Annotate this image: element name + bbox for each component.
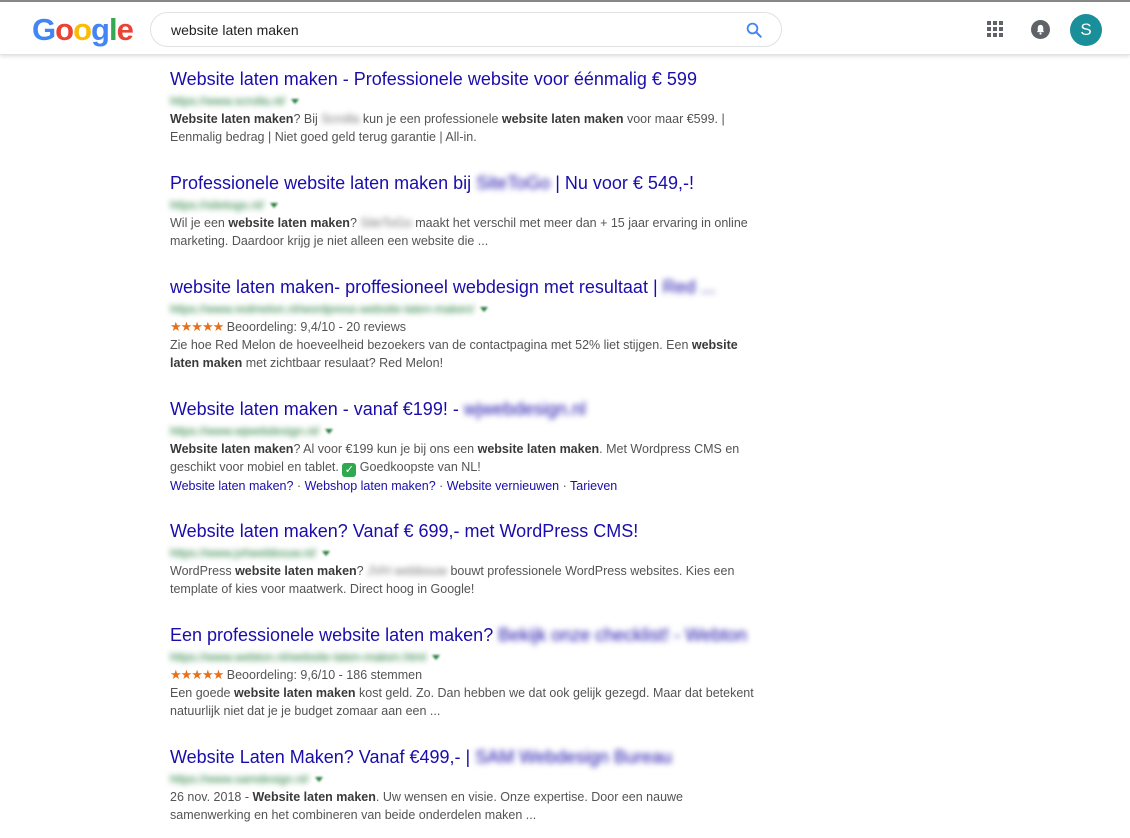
search-icon[interactable] — [745, 21, 763, 39]
result-title-link[interactable]: website laten maken- proffesioneel webde… — [170, 274, 770, 300]
account-avatar[interactable]: S — [1070, 14, 1102, 46]
check-mark-icon: ✓ — [342, 463, 357, 477]
search-box[interactable] — [150, 12, 782, 47]
result-url-text[interactable]: https://sitetogo.nl/ — [170, 196, 264, 214]
result-title-link[interactable]: Website laten maken - vanaf €199! - wjwe… — [170, 396, 770, 422]
url-dropdown-icon[interactable] — [480, 307, 489, 313]
sitelink[interactable]: Tarieven — [570, 479, 617, 493]
result-title-link[interactable]: Website laten maken - Professionele webs… — [170, 66, 770, 92]
star-rating-icon: ★★★★★ — [170, 319, 224, 334]
sitelinks: Website laten maken? · Webshop laten mak… — [170, 479, 618, 493]
sitelink[interactable]: Webshop laten maken? — [305, 479, 436, 493]
result-snippet: Wil je een website laten maken? SiteToGo… — [170, 216, 748, 248]
review-rating: ★★★★★ Beoordeling: 9,6/10 - 186 stemmen — [170, 667, 423, 682]
url-dropdown-icon[interactable] — [314, 777, 323, 783]
result-snippet: 26 nov. 2018 - Website laten maken. Uw w… — [170, 790, 684, 822]
result-url: https://www.redmelon.nl/wordpress-websit… — [170, 300, 770, 318]
search-result: website laten maken- proffesioneel webde… — [170, 274, 770, 372]
result-title-link[interactable]: Website Laten Maken? Vanaf €499,- | SAM … — [170, 744, 770, 770]
result-url: https://www.scrolla.nl/ — [170, 92, 770, 110]
google-logo[interactable]: Google — [32, 13, 134, 47]
search-result: Website laten maken - vanaf €199! - wjwe… — [170, 396, 770, 495]
result-url: https://www.webton.nl/website-laten-make… — [170, 648, 770, 666]
result-url: https://www.wjwebdesign.nl/ — [170, 422, 770, 440]
notifications-bell-icon[interactable] — [1031, 20, 1050, 39]
result-snippet: Website laten maken? Al voor €199 kun je… — [170, 442, 740, 477]
url-dropdown-icon[interactable] — [291, 99, 300, 105]
result-snippet: Zie hoe Red Melon de hoeveelheid bezoeke… — [170, 338, 738, 370]
search-result: Een professionele website laten maken? B… — [170, 622, 770, 720]
result-snippet: Website laten maken? Bij Scrolla kun je … — [170, 112, 725, 144]
search-header: Google S — [0, 2, 1130, 55]
search-result: Website laten maken? Vanaf € 699,- met W… — [170, 518, 770, 598]
star-rating-icon: ★★★★★ — [170, 667, 224, 682]
result-url-text[interactable]: https://www.wjwebdesign.nl/ — [170, 422, 319, 440]
url-dropdown-icon[interactable] — [325, 429, 334, 435]
result-url-text[interactable]: https://www.redmelon.nl/wordpress-websit… — [170, 300, 474, 318]
result-url: https://www.jvhwebbouw.nl/ — [170, 544, 770, 562]
sitelink[interactable]: Website vernieuwen — [447, 479, 559, 493]
search-input[interactable] — [171, 13, 731, 46]
result-snippet: WordPress website laten maken? JVH webbo… — [170, 564, 735, 596]
result-url: https://www.samdesign.nl/ — [170, 770, 770, 788]
result-title-link[interactable]: Een professionele website laten maken? B… — [170, 622, 770, 648]
result-url: https://sitetogo.nl/ — [170, 196, 770, 214]
result-url-text[interactable]: https://www.samdesign.nl/ — [170, 770, 309, 788]
search-result: Website Laten Maken? Vanaf €499,- | SAM … — [170, 744, 770, 824]
result-url-text[interactable]: https://www.jvhwebbouw.nl/ — [170, 544, 316, 562]
review-rating: ★★★★★ Beoordeling: 9,4/10 - 20 reviews — [170, 319, 407, 334]
url-dropdown-icon[interactable] — [322, 551, 331, 557]
search-result: Website laten maken - Professionele webs… — [170, 66, 770, 146]
apps-grid-icon[interactable] — [987, 21, 1004, 38]
result-url-text[interactable]: https://www.scrolla.nl/ — [170, 92, 285, 110]
search-result: Professionele website laten maken bij Si… — [170, 170, 770, 250]
url-dropdown-icon[interactable] — [432, 655, 441, 661]
result-title-link[interactable]: Website laten maken? Vanaf € 699,- met W… — [170, 518, 770, 544]
url-dropdown-icon[interactable] — [270, 203, 279, 209]
result-title-link[interactable]: Professionele website laten maken bij Si… — [170, 170, 770, 196]
result-url-text[interactable]: https://www.webton.nl/website-laten-make… — [170, 648, 426, 666]
sitelink[interactable]: Website laten maken? — [170, 479, 293, 493]
result-snippet: Een goede website laten maken kost geld.… — [170, 686, 754, 718]
